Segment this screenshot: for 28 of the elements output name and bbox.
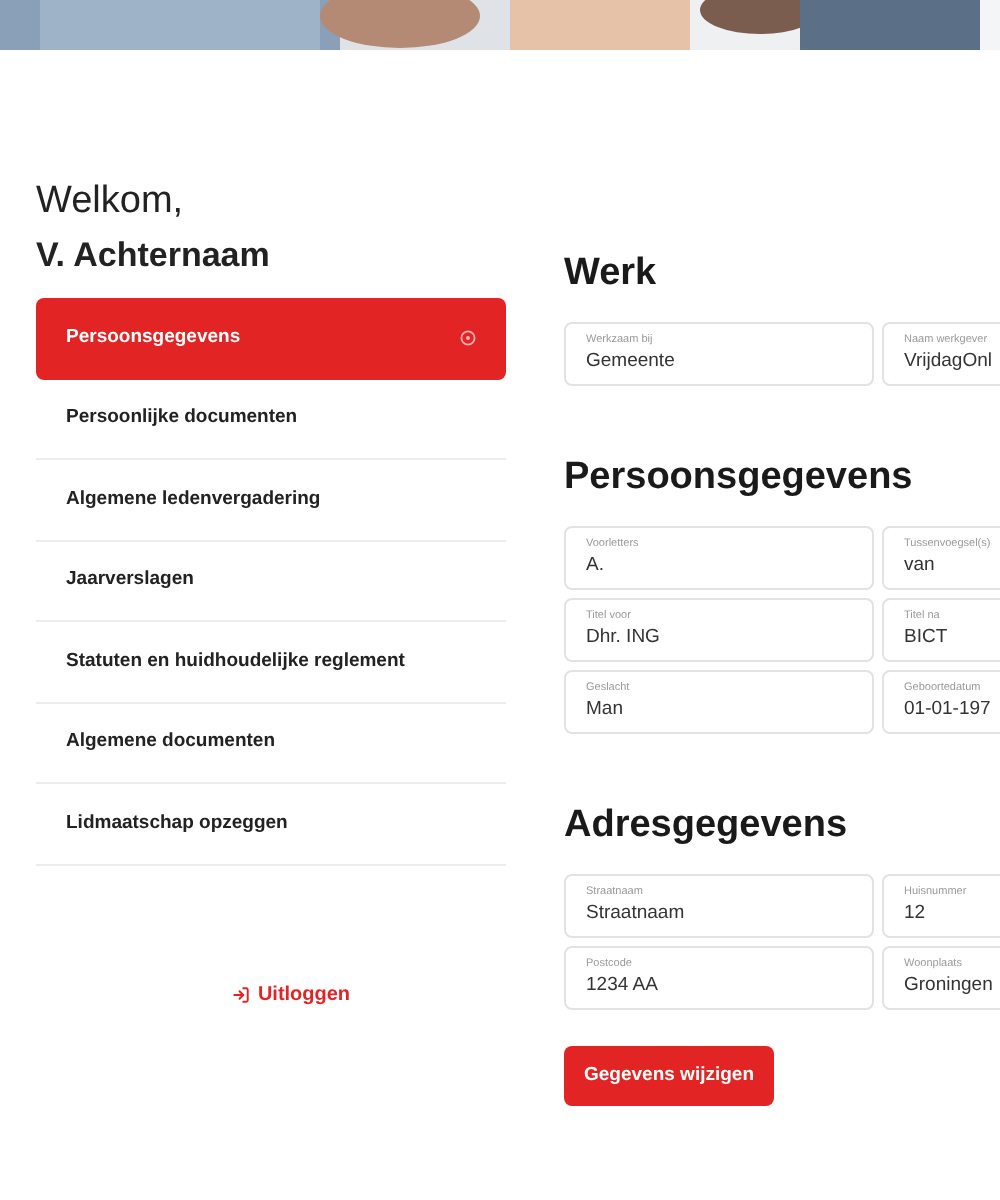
field-value: VrijdagOnl — [904, 348, 995, 376]
circle-icon — [460, 330, 476, 347]
field-value: 1234 AA — [586, 972, 660, 1000]
field-value: BICT — [904, 624, 950, 652]
submit-button[interactable]: Gegevens wijzigen — [564, 1046, 774, 1106]
field-value: van — [904, 552, 937, 580]
field-value: Groningen — [904, 972, 995, 1000]
sidebar-item[interactable]: Jaarverslagen — [36, 541, 506, 622]
field-value: 01-01-197 — [904, 696, 993, 724]
logout-link[interactable]: Uitloggen — [231, 979, 351, 1009]
field-value: Man — [586, 696, 625, 724]
sidebar-item[interactable]: Algemene ledenvergadering — [36, 460, 506, 541]
sidebar-item[interactable]: Statuten en huidhoudelijke reglement — [36, 622, 506, 703]
field-value: Straatnaam — [586, 900, 687, 928]
sidebar-item[interactable]: Algemene documenten — [36, 703, 506, 784]
sidebar-item[interactable]: Lidmaatschap opzeggen — [36, 784, 506, 865]
welcome-text: Welkom, — [36, 178, 186, 226]
login-icon — [231, 985, 250, 1003]
sidebar-item[interactable]: Persoonlijke documenten — [36, 379, 506, 460]
field-value: 12 — [904, 900, 928, 928]
sidebar-item[interactable]: Persoonsgegevens — [36, 298, 506, 379]
field-value: A. — [586, 552, 606, 580]
section-heading: Werk — [564, 250, 659, 298]
section-heading: Persoonsgegevens — [564, 454, 915, 502]
field-value: Gemeente — [586, 348, 677, 376]
field-value: Dhr. ING — [586, 624, 662, 652]
section-heading: Adresgegevens — [564, 802, 850, 850]
user-name: V. Achternaam — [36, 234, 272, 278]
